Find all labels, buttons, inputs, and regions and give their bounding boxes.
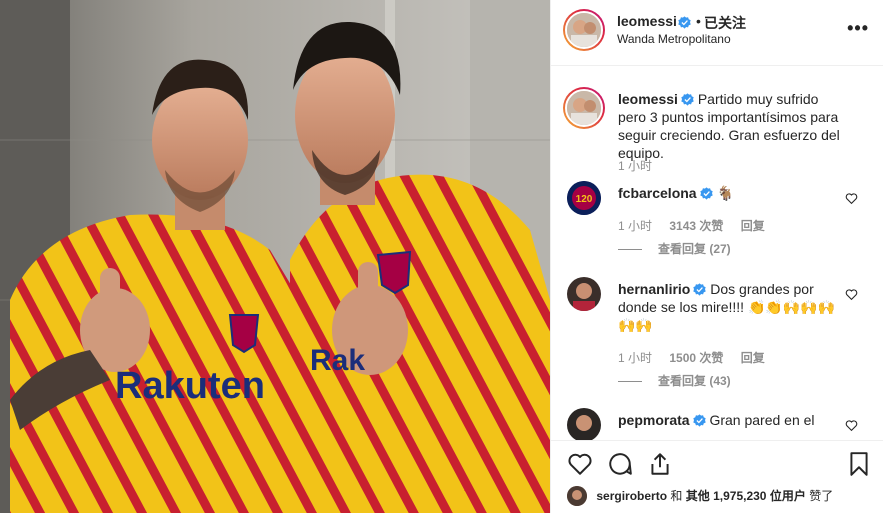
verified-badge-icon (693, 283, 707, 296)
liked-by-suffix[interactable]: 位用户 (770, 489, 806, 503)
comment-bubble-icon[interactable] (607, 451, 633, 477)
comment-item: 120 fcbarcelona 🐐 1 小时 3143 次赞 回复 查看回复 (… (551, 181, 883, 261)
comment-avatar-image (567, 277, 601, 311)
liked-by-avatar-image (567, 486, 587, 506)
comment-avatar[interactable]: 120 (567, 181, 601, 215)
author-avatar-image (567, 13, 601, 47)
like-heart-icon[interactable] (567, 451, 593, 477)
comment-reply-button[interactable]: 回复 (741, 219, 765, 233)
jersey-sponsor-left: Rakuten (115, 365, 265, 407)
follow-status-button[interactable]: 已关注 (704, 13, 746, 33)
comment-likes[interactable]: 1500 次赞 (669, 351, 723, 365)
post-location[interactable]: Wanda Metropolitano (617, 32, 731, 46)
like-comment-heart-icon[interactable] (845, 192, 858, 205)
save-bookmark-icon[interactable] (846, 451, 872, 477)
verified-badge-icon (692, 414, 706, 427)
comment-avatar[interactable] (567, 408, 601, 440)
caption: leomessi Partido muy sufrido pero 3 punt… (551, 87, 883, 187)
comment-text: Gran pared en el (709, 412, 815, 428)
comment-avatar-image: 120 (567, 181, 601, 215)
photo-image: Rakuten Rak (0, 0, 550, 513)
comment-avatar[interactable] (567, 277, 601, 311)
liked-by-summary: sergiroberto 和 其他 1,975,230 位用户 赞了 (567, 486, 833, 506)
liked-by-username[interactable]: sergiroberto (596, 489, 667, 503)
comment-avatar-label: 120 (576, 194, 593, 205)
follow-separator: • (696, 13, 701, 29)
view-replies-label: 查看回复 (43) (658, 374, 731, 388)
comment-body: pepmorata Gran pared en el (618, 411, 850, 429)
comment-body: hernanlirio Dos grandes por donde se los… (618, 280, 850, 334)
comment-avatar-image (567, 408, 601, 440)
replies-divider-line (618, 381, 642, 383)
comment-username[interactable]: pepmorata (618, 412, 690, 428)
comment-time[interactable]: 1 小时 (618, 219, 652, 233)
comment-item: hernanlirio Dos grandes por donde se los… (551, 277, 883, 392)
like-comment-heart-icon[interactable] (845, 288, 858, 301)
caption-meta: 1 小时 (618, 157, 666, 174)
caption-avatar-image (567, 91, 601, 125)
liked-by-avatar[interactable] (567, 486, 587, 506)
view-replies-link[interactable]: 查看回复 (43) (618, 372, 731, 389)
caption-text-block: leomessi Partido muy sufrido pero 3 punt… (618, 90, 850, 162)
share-icon[interactable] (647, 451, 673, 477)
verified-badge-icon (699, 187, 713, 200)
verified-badge-icon (678, 16, 691, 29)
like-comment-heart-icon[interactable] (845, 419, 858, 432)
caption-username[interactable]: leomessi (618, 91, 678, 107)
post-details-panel: leomessi • 已关注 Wanda Metropolitano ••• l… (550, 0, 883, 513)
comments-list[interactable]: leomessi Partido muy sufrido pero 3 punt… (551, 67, 883, 440)
comment-time[interactable]: 1 小时 (618, 351, 652, 365)
replies-divider-line (618, 249, 642, 251)
comment-meta: 1 小时 1500 次赞 回复 (618, 349, 779, 366)
comment-body: fcbarcelona 🐐 (618, 184, 850, 202)
view-replies-link[interactable]: 查看回复 (27) (618, 240, 731, 257)
comment-likes[interactable]: 3143 次赞 (669, 219, 723, 233)
comment-username[interactable]: hernanlirio (618, 281, 690, 297)
liked-by-verb: 赞了 (809, 489, 834, 503)
caption-time[interactable]: 1 小时 (618, 159, 652, 173)
comment-text: 🐐 (716, 185, 734, 201)
liked-by-count[interactable]: 1,975,230 (713, 489, 766, 503)
author-username[interactable]: leomessi (617, 13, 677, 29)
comment-meta: 1 小时 3143 次赞 回复 (618, 217, 779, 234)
author-avatar[interactable] (563, 9, 605, 51)
comment-username[interactable]: fcbarcelona (618, 185, 697, 201)
liked-by-joiner: 和 (670, 489, 683, 503)
comment-item: pepmorata Gran pared en el (551, 408, 883, 440)
post-action-bar (551, 440, 883, 488)
post-photo[interactable]: Rakuten Rak (0, 0, 550, 513)
liked-by-others[interactable]: 其他 (686, 489, 710, 503)
more-options-icon[interactable]: ••• (847, 18, 869, 39)
verified-badge-icon (681, 93, 694, 106)
post-header: leomessi • 已关注 Wanda Metropolitano ••• (551, 0, 883, 66)
comment-reply-button[interactable]: 回复 (741, 351, 765, 365)
view-replies-label: 查看回复 (27) (658, 242, 731, 256)
jersey-sponsor-right: Rak (310, 344, 365, 377)
caption-avatar[interactable] (563, 87, 605, 129)
